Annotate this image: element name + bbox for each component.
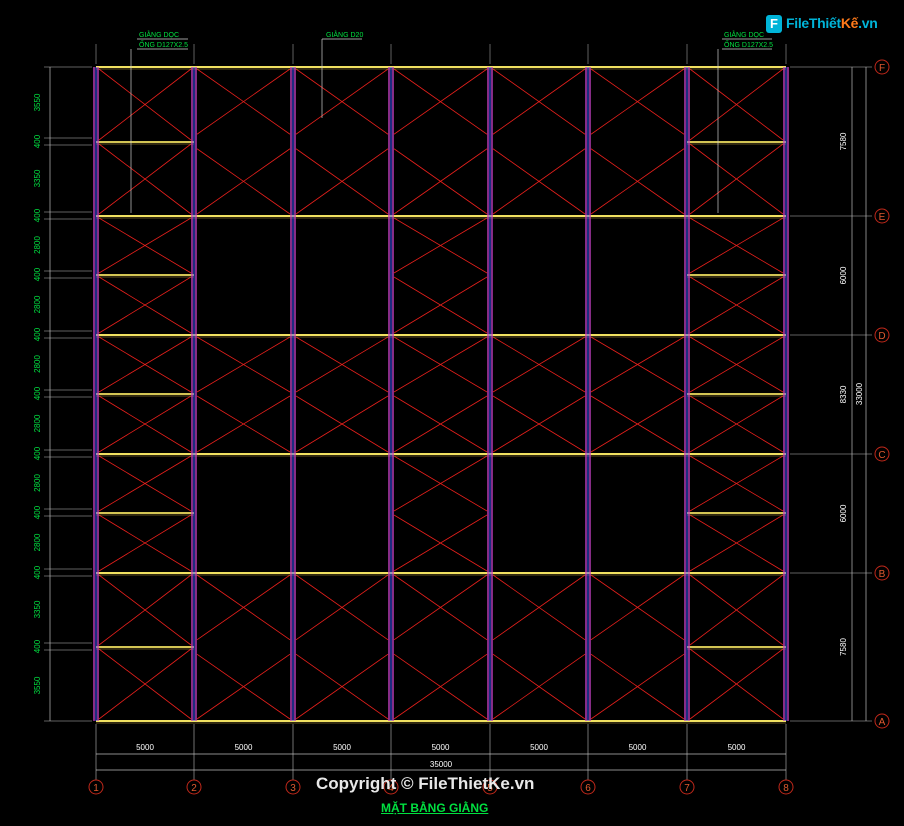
row-axis-label: A: [879, 717, 886, 728]
column-axis-label: 7: [684, 783, 690, 794]
logo-part-ke: Kế: [840, 15, 859, 31]
drawing-title: MẶT BẰNG GIẰNG: [381, 801, 489, 815]
filethietke-logo: F FileThiếtKế.vn: [766, 13, 878, 39]
left-dim-text: 400: [33, 386, 42, 400]
left-dim-text: 400: [33, 565, 42, 579]
left-dim-text: 2800: [33, 414, 42, 432]
total-width-text: 35000: [430, 760, 453, 769]
total-height-text: 33000: [855, 382, 864, 405]
bay-dim-text: 5000: [629, 743, 647, 752]
right-dim-text: 8330: [839, 385, 848, 403]
left-dim-text: 400: [33, 639, 42, 653]
left-dim-text: 2800: [33, 236, 42, 254]
left-dim-text: 400: [33, 208, 42, 222]
left-brace-text-2: ỐNG D127X2.5: [139, 39, 188, 49]
logo-part-file: File: [786, 15, 809, 31]
left-brace-text-1: GIẰNG DỌC: [139, 30, 179, 39]
right-dim-text: 6000: [839, 266, 848, 284]
column-axis-label: 8: [783, 783, 789, 794]
left-dim-text: 400: [33, 327, 42, 341]
left-dim-text: 400: [33, 446, 42, 460]
bracing-plan-drawing: GIẰNG DỌC ỐNG D127X2.5 GIẰNG D20 GIẰNG D…: [33, 30, 890, 795]
right-brace-text-2: ỐNG D127X2.5: [724, 39, 773, 49]
left-brace-label: GIẰNG DỌC ỐNG D127X2.5: [130, 30, 188, 213]
left-dim-text: 3550: [33, 676, 42, 694]
left-dim-text: 2800: [33, 474, 42, 492]
dimension-texts: 5000 5000 5000 5000 5000 5000 5000 35000 7580 600…: [33, 93, 864, 769]
bay-dim-text: 5000: [530, 743, 548, 752]
mid-brace-label: GIẰNG D20: [321, 30, 363, 118]
column-axis-label: 2: [191, 783, 197, 794]
left-dim-text: 2800: [33, 533, 42, 551]
column-axis-label: 6: [585, 783, 591, 794]
bay-dim-text: 5000: [432, 743, 450, 752]
left-dim-text: 400: [33, 505, 42, 519]
row-axis-label: C: [878, 450, 885, 461]
transverse-beams: [96, 66, 786, 724]
mid-brace-text: GIẰNG D20: [326, 30, 363, 39]
bay-dim-text: 5000: [728, 743, 746, 752]
left-dim-text: 400: [33, 134, 42, 148]
left-dim-text: 2800: [33, 295, 42, 313]
column-axis-label: 3: [290, 783, 296, 794]
right-brace-text-1: GIẰNG DỌC: [724, 30, 764, 39]
copyright-watermark: Copyright © FileThietKe.vn: [316, 774, 535, 793]
left-dim-text: 3350: [33, 600, 42, 618]
logo-mark: F: [766, 15, 782, 33]
bay-dim-text: 5000: [136, 743, 154, 752]
bay-dim-text: 5000: [235, 743, 253, 752]
left-dim-text: 400: [33, 267, 42, 281]
right-dim-text: 6000: [839, 504, 848, 522]
longitudinal-columns: [93, 67, 789, 721]
logo-part-vn: .vn: [858, 15, 878, 31]
logo-part-thiet: Thiết: [808, 15, 841, 31]
column-axis-label: 1: [93, 783, 99, 794]
bay-dim-text: 5000: [333, 743, 351, 752]
left-dim-text: 3350: [33, 169, 42, 187]
logo-text: FileThiếtKế.vn: [786, 15, 878, 31]
left-dim-text: 3550: [33, 93, 42, 111]
row-axis-label: D: [878, 331, 885, 342]
row-axis-label: E: [879, 212, 886, 223]
cross-bracing: [98, 68, 784, 720]
row-axis-label: B: [879, 569, 886, 580]
row-axis-label: F: [879, 63, 885, 74]
dimension-lines: [44, 44, 872, 778]
right-dim-text: 7580: [839, 132, 848, 150]
left-dim-text: 2800: [33, 355, 42, 373]
grid-axis-markers: 1 2 3 4 5 6 7 8FEDCBA: [88, 59, 890, 795]
right-dim-text: 7580: [839, 638, 848, 656]
